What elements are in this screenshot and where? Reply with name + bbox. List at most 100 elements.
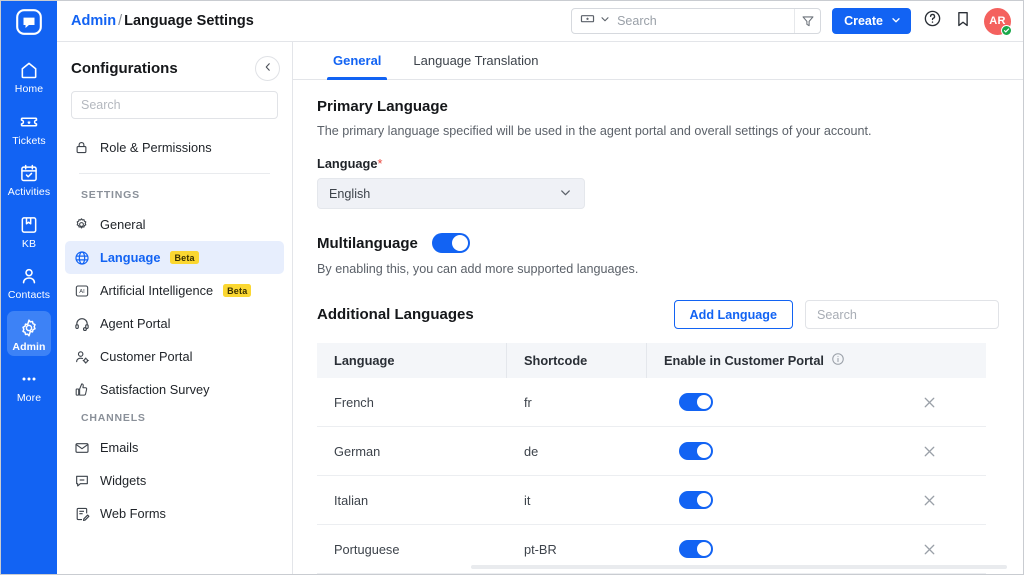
sidebar-item-artificial-intelligence[interactable]: AI Artificial Intelligence Beta: [65, 274, 284, 307]
additional-languages-title: Additional Languages: [317, 306, 474, 323]
additional-languages-table: Language Shortcode Enable in Customer Po…: [317, 343, 986, 574]
table-row: German de: [317, 427, 986, 476]
sidebar-item-customer-portal[interactable]: Customer Portal: [65, 340, 284, 373]
rail-item-activities[interactable]: Activities: [7, 156, 51, 202]
sidebar-item-language[interactable]: Language Beta: [65, 241, 284, 274]
breadcrumb-admin[interactable]: Admin: [71, 13, 116, 29]
rail-item-more[interactable]: More: [7, 362, 51, 408]
avatar[interactable]: AR: [984, 8, 1011, 35]
rail-item-kb[interactable]: KB: [7, 208, 51, 254]
breadcrumb: Admin/Language Settings: [71, 13, 254, 29]
enable-customer-portal-toggle[interactable]: [679, 393, 713, 411]
ellipsis-icon: [19, 368, 39, 390]
content-area: General Language Translation Primary Lan…: [293, 42, 1023, 574]
language-field-label: Language*: [317, 156, 999, 171]
cell-shortcode: it: [507, 493, 647, 508]
beta-badge: Beta: [223, 284, 251, 297]
beta-badge: Beta: [170, 251, 198, 264]
search-type-selector[interactable]: [572, 9, 617, 33]
help-button[interactable]: [922, 11, 942, 31]
rail-item-tickets[interactable]: Tickets: [7, 105, 51, 151]
sidebar-item-general[interactable]: General: [65, 208, 284, 241]
global-search: [571, 8, 821, 34]
gear-icon: [19, 317, 39, 339]
enable-customer-portal-toggle[interactable]: [679, 540, 713, 558]
main-area: Configurations: [57, 42, 1023, 574]
config-search: [71, 91, 278, 119]
sidebar-item-widgets[interactable]: Widgets: [65, 464, 284, 497]
rail-item-label: Home: [15, 84, 43, 95]
form-edit-icon: [73, 506, 90, 522]
app-logo-icon[interactable]: [1, 1, 57, 43]
chevron-down-icon: [890, 14, 902, 29]
close-icon[interactable]: [920, 540, 938, 558]
rail-item-contacts[interactable]: Contacts: [7, 259, 51, 305]
person-icon: [19, 265, 39, 287]
headset-icon: [73, 316, 90, 332]
svg-text:AI: AI: [79, 289, 85, 295]
languages-search: [805, 300, 999, 329]
main-column: Admin/Language Settings: [57, 1, 1023, 574]
chevron-left-icon: [262, 60, 274, 78]
tab-label: Language Translation: [413, 53, 538, 68]
filter-icon[interactable]: [794, 9, 820, 33]
collapse-panel-button[interactable]: [255, 56, 280, 81]
sidebar-item-agent-portal[interactable]: Agent Portal: [65, 307, 284, 340]
column-header-label: Enable in Customer Portal: [664, 353, 824, 368]
bookmark-button[interactable]: [953, 11, 973, 31]
sidebar-item-satisfaction-survey[interactable]: Satisfaction Survey: [65, 373, 284, 406]
person-gear-icon: [73, 349, 90, 365]
cell-enable-toggle: [647, 540, 797, 558]
create-button[interactable]: Create: [832, 8, 911, 34]
primary-language-description: The primary language specified will be u…: [317, 124, 999, 138]
tab-general[interactable]: General: [317, 42, 397, 79]
language-label-text: Language: [317, 156, 377, 171]
close-icon[interactable]: [920, 393, 938, 411]
primary-language-select[interactable]: English: [317, 178, 585, 209]
chevron-down-icon: [558, 185, 573, 203]
primary-nav-rail: Home Tickets: [1, 1, 57, 574]
search-input[interactable]: [617, 9, 794, 33]
multilanguage-toggle[interactable]: [432, 233, 470, 253]
languages-search-input[interactable]: [817, 308, 987, 322]
rail-item-admin[interactable]: Admin: [7, 311, 51, 357]
question-circle-icon: [923, 9, 942, 33]
sidebar-item-emails[interactable]: Emails: [65, 431, 284, 464]
tab-label: General: [333, 53, 381, 68]
toggle-knob: [452, 235, 468, 251]
rail-item-label: Tickets: [12, 136, 46, 147]
chat-box-icon: [73, 473, 90, 489]
column-header-shortcode: Shortcode: [507, 343, 647, 378]
multilanguage-description: By enabling this, you can add more suppo…: [317, 262, 999, 276]
ticket-icon: [579, 10, 596, 32]
info-icon[interactable]: [831, 352, 845, 369]
envelope-icon: [73, 440, 90, 456]
gear-icon: [73, 217, 90, 232]
sidebar-item-role-permissions[interactable]: Role & Permissions: [65, 131, 284, 164]
sidebar-item-label: Artificial Intelligence: [100, 283, 213, 298]
cell-language: French: [317, 395, 507, 410]
additional-languages-header: Additional Languages Add Language: [317, 300, 999, 329]
config-search-input[interactable]: [81, 98, 268, 112]
nav-section-channels: CHANNELS: [65, 406, 284, 431]
close-icon[interactable]: [920, 442, 938, 460]
sidebar-item-web-forms[interactable]: Web Forms: [65, 497, 284, 530]
sidebar-item-label: General: [100, 217, 146, 232]
enable-customer-portal-toggle[interactable]: [679, 491, 713, 509]
home-icon: [19, 59, 39, 81]
ticket-icon: [19, 111, 39, 133]
close-icon[interactable]: [920, 491, 938, 509]
rail-item-home[interactable]: Home: [7, 53, 51, 99]
nav-divider: [79, 173, 270, 174]
status-badge: [1001, 25, 1012, 36]
add-language-button[interactable]: Add Language: [674, 300, 793, 329]
sidebar-item-label: Customer Portal: [100, 349, 192, 364]
enable-customer-portal-toggle[interactable]: [679, 442, 713, 460]
general-settings-pane: Primary Language The primary language sp…: [293, 80, 1023, 574]
rail-item-label: Contacts: [8, 290, 50, 301]
app-window: Home Tickets: [0, 0, 1024, 575]
breadcrumb-separator: /: [116, 13, 124, 29]
cell-actions: [797, 442, 986, 460]
horizontal-scrollbar[interactable]: [471, 565, 1007, 569]
tab-language-translation[interactable]: Language Translation: [397, 42, 554, 79]
